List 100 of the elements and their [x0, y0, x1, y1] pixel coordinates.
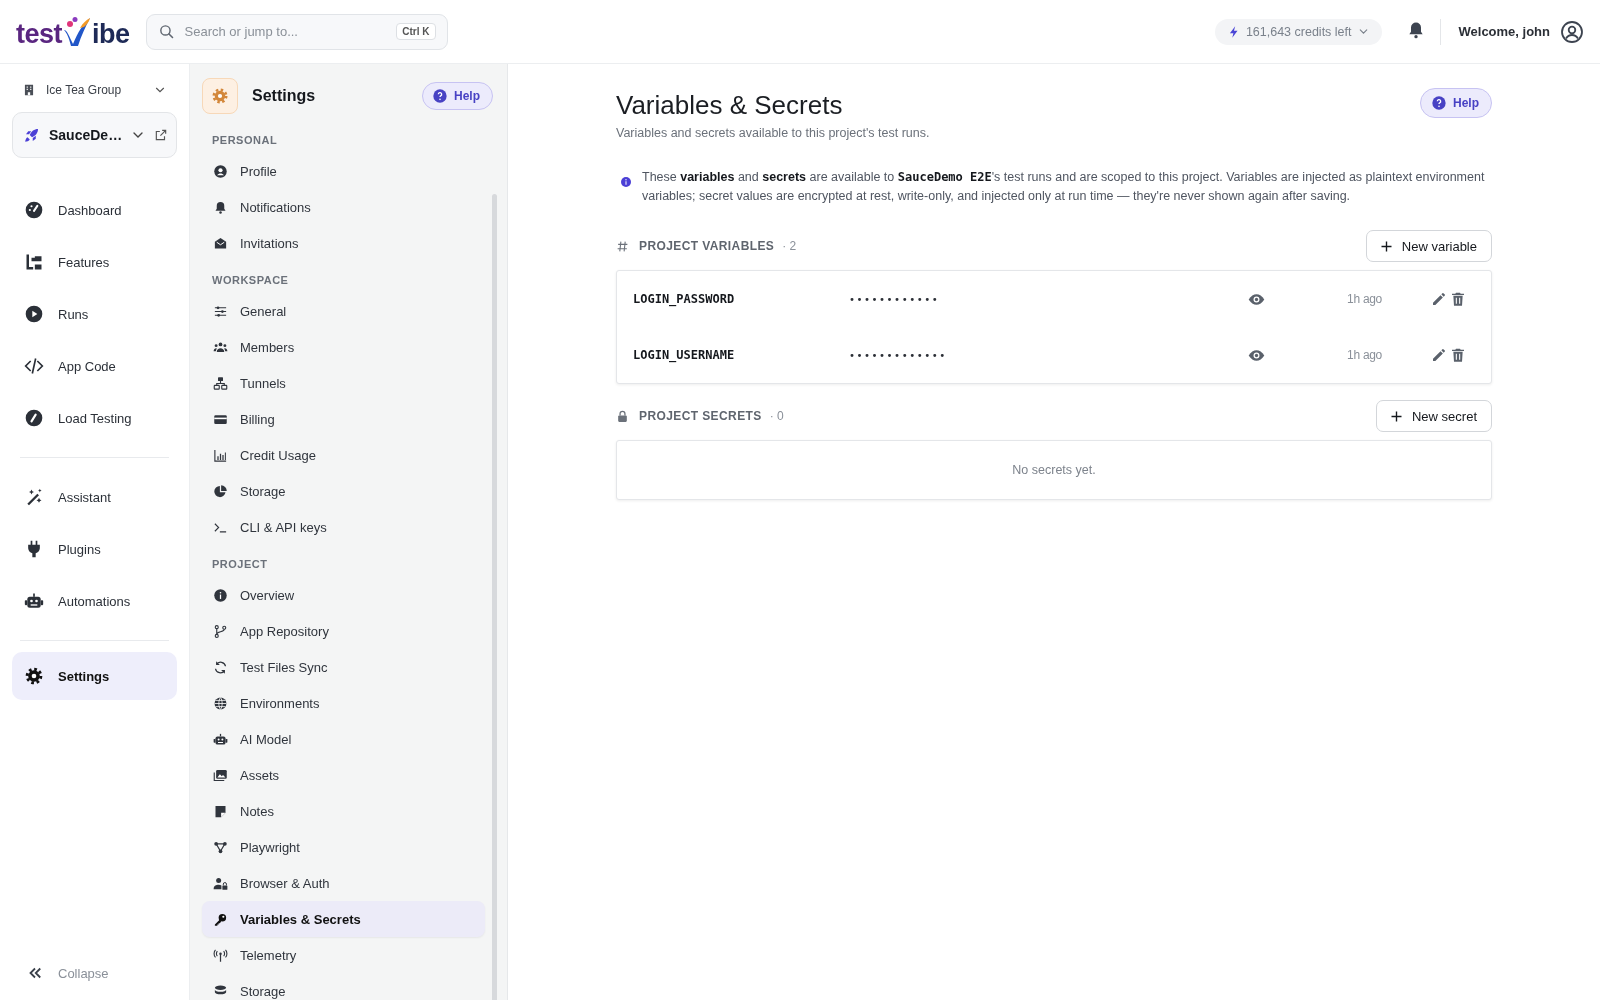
question-circle-icon	[432, 88, 448, 104]
panel-title: Settings	[252, 87, 317, 105]
welcome-text: Welcome, john	[1458, 24, 1550, 39]
menu-item[interactable]: Tunnels	[202, 365, 485, 401]
pencil-icon[interactable]	[1431, 291, 1447, 308]
masked-value: •••••••••••••	[849, 349, 948, 361]
menu-item[interactable]: Invitations	[202, 225, 485, 261]
item-count: · 2	[782, 239, 797, 254]
info-text: These variables and secrets are available to SauceDemo E2E's test runs and are scoped to this project. Variables are injected as plaintext environment variables; secret values are encrypted at rest, write-only, and injected only at run time — they're never shown again after saving.	[642, 169, 1486, 206]
masked-value: ••••••••••••	[849, 293, 941, 305]
antenna-icon	[213, 947, 228, 963]
info-icon	[213, 587, 228, 603]
nav-item[interactable]: Runs	[12, 290, 177, 338]
nav-item[interactable]: Features	[12, 238, 177, 286]
menu-item[interactable]: Profile	[202, 153, 485, 189]
pie-chart-icon	[213, 483, 228, 499]
section-heading: WORKSPACE	[211, 273, 290, 288]
menu-item[interactable]: AI Model	[202, 721, 485, 757]
key-icon	[213, 911, 228, 927]
menu-item[interactable]: Billing	[202, 401, 485, 437]
globe-icon	[213, 695, 228, 711]
nav-item[interactable]: Assistant	[12, 473, 177, 521]
new-secret-button[interactable]: New secret	[1375, 400, 1492, 433]
menu-item[interactable]: Telemetry	[202, 937, 485, 973]
envelope-icon	[213, 235, 228, 251]
magic-wand-icon	[24, 487, 44, 507]
hash-icon	[616, 239, 629, 253]
section-heading: PROJECT SECRETS	[639, 409, 762, 424]
menu-item[interactable]: Storage	[202, 473, 485, 509]
robot-icon	[213, 731, 228, 747]
section-heading: PROJECT	[211, 557, 269, 572]
workspace-selector[interactable]: Ice Tea Group	[12, 76, 177, 104]
branch-icon	[213, 623, 228, 639]
empty-message: No secrets yet.	[1011, 462, 1097, 480]
updated-time: 1h ago	[1346, 348, 1383, 363]
bell-icon	[213, 199, 228, 215]
menu-item[interactable]: Notes	[202, 793, 485, 829]
credits-dropdown[interactable]: 161,643 credits left	[1214, 18, 1382, 45]
gauge-icon	[24, 200, 44, 220]
project-selector[interactable]: SauceDe…	[12, 112, 177, 158]
section-heading: PROJECT VARIABLES	[639, 239, 775, 254]
sync-icon	[213, 659, 228, 675]
menu-item[interactable]: Variables & Secrets	[202, 901, 485, 937]
swoosh-v-icon	[62, 15, 92, 48]
menu-item[interactable]: Credit Usage	[202, 437, 485, 473]
nav-item[interactable]: Dashboard	[12, 186, 177, 234]
menu-item[interactable]: Overview	[202, 577, 485, 613]
help-button[interactable]: Help	[1420, 88, 1492, 118]
nav-item[interactable]: Automations	[12, 577, 177, 625]
menu-item[interactable]: Storage	[202, 973, 485, 1000]
menu-item[interactable]: CLI & API keys	[202, 509, 485, 545]
building-icon	[22, 83, 36, 97]
info-icon	[620, 176, 632, 189]
robot-icon	[24, 591, 44, 611]
item-count: · 0	[769, 409, 784, 424]
menu-item[interactable]: General	[202, 293, 485, 329]
nav-item[interactable]: App Code	[12, 342, 177, 390]
bar-chart-icon	[213, 447, 228, 463]
help-button[interactable]: Help	[422, 82, 493, 110]
menu-item[interactable]: Test Files Sync	[202, 649, 485, 685]
menu-item[interactable]: Browser & Auth	[202, 865, 485, 901]
play-icon	[24, 304, 44, 324]
menu-item[interactable]: Assets	[202, 757, 485, 793]
external-link-icon[interactable]	[154, 128, 169, 142]
network-icon	[213, 375, 228, 391]
new-variable-button[interactable]: New variable	[1365, 230, 1492, 263]
nav-item[interactable]: Load Testing	[12, 394, 177, 442]
variable-name: LOGIN_USERNAME	[633, 348, 736, 363]
trash-icon[interactable]	[1450, 291, 1466, 308]
menu-item[interactable]: Playwright	[202, 829, 485, 865]
user-circle-icon	[213, 163, 228, 179]
user-lock-icon	[213, 875, 228, 891]
nav-item[interactable]: Settings	[12, 652, 177, 700]
page-title: Variables & Secrets	[616, 89, 844, 122]
pencil-icon[interactable]	[1431, 347, 1447, 364]
scrollbar[interactable]	[492, 194, 497, 1000]
trash-icon[interactable]	[1450, 347, 1466, 364]
folder-tree-icon	[24, 252, 44, 272]
settings-icon	[211, 87, 229, 105]
project-name: SauceDe…	[49, 127, 123, 143]
nav-item[interactable]: Plugins	[12, 525, 177, 573]
settings-icon	[24, 666, 44, 686]
logo-text: test	[16, 20, 62, 48]
page-subtitle: Variables and secrets available to this project's test runs.	[616, 126, 931, 141]
note-icon	[213, 803, 228, 819]
variable-name: LOGIN_PASSWORD	[633, 292, 736, 307]
nodes-icon	[213, 839, 228, 855]
section-heading: PERSONAL	[211, 133, 279, 148]
menu-item[interactable]: App Repository	[202, 613, 485, 649]
updated-time: 1h ago	[1346, 292, 1383, 307]
menu-item[interactable]: Members	[202, 329, 485, 365]
logo-text: ibe	[92, 20, 130, 48]
user-circle-icon[interactable]	[1560, 19, 1584, 44]
rocket-icon	[23, 126, 41, 144]
code-icon	[24, 356, 44, 376]
speedometer-icon	[24, 408, 44, 428]
menu-item[interactable]: Notifications	[202, 189, 485, 225]
question-circle-icon	[1431, 95, 1447, 111]
lock-icon	[616, 409, 629, 423]
menu-item[interactable]: Environments	[202, 685, 485, 721]
